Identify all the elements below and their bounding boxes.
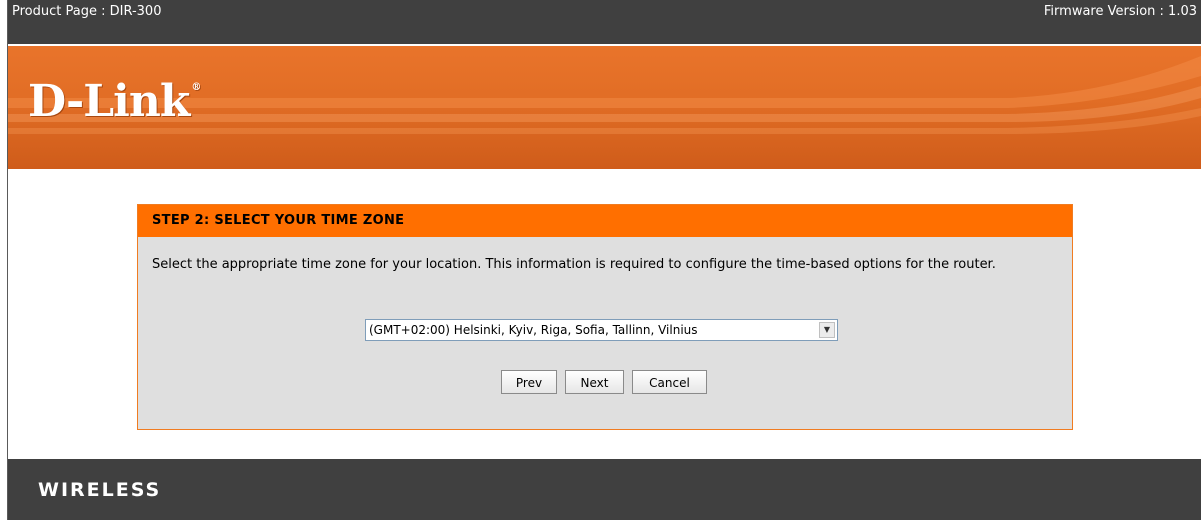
registered-mark: ® [191,82,202,93]
wireless-label: WIRELESS [38,479,162,501]
timezone-selected-value: (GMT+02:00) Helsinki, Kyiv, Riga, Sofia,… [369,323,698,337]
timezone-select[interactable]: (GMT+02:00) Helsinki, Kyiv, Riga, Sofia,… [365,319,838,341]
firmware-version-label: Firmware Version : 1.03 [1043,4,1197,19]
dlink-banner: D-Link ® [8,44,1201,169]
footer-bar: WIRELESS [8,459,1201,520]
top-bar: Product Page : DIR-300 Firmware Version … [8,0,1201,44]
dlink-logo-text: D-Link [28,76,190,127]
next-button[interactable]: Next [565,370,624,394]
prev-button[interactable]: Prev [501,370,557,394]
dlink-logo: D-Link ® [28,76,201,127]
step-description: Select the appropriate time zone for you… [152,257,996,272]
left-frame-edge [0,0,8,520]
timezone-step-panel: STEP 2: SELECT YOUR TIME ZONE Select the… [137,204,1073,430]
cancel-button[interactable]: Cancel [632,370,707,394]
chevron-down-icon[interactable]: ▼ [819,322,835,338]
product-page-label: Product Page : DIR-300 [12,4,162,19]
step-title: STEP 2: SELECT YOUR TIME ZONE [138,205,1072,237]
